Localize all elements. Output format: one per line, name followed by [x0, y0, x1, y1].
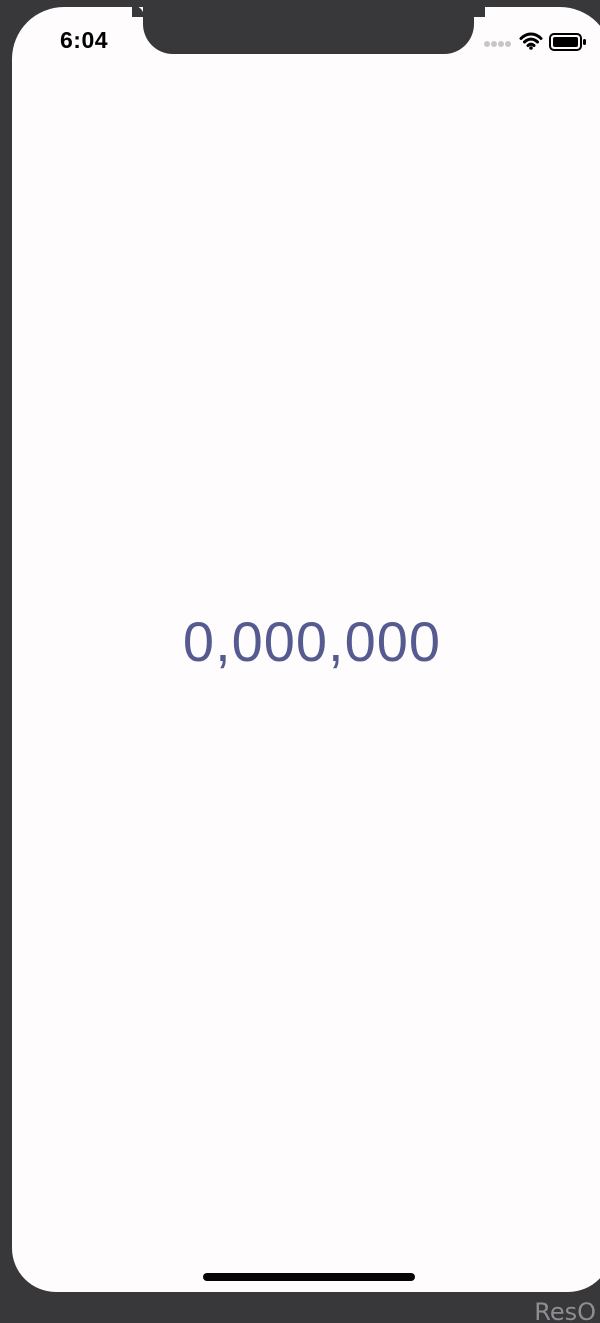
background-partial-text: ResO: [534, 1298, 596, 1323]
battery-icon: [549, 33, 586, 51]
home-indicator[interactable]: [203, 1273, 415, 1281]
wifi-icon: [519, 32, 543, 50]
counter-text: 0,000,000: [182, 610, 442, 673]
status-icons: [484, 32, 594, 54]
device-notch: [132, 7, 485, 54]
status-time: 6:04: [60, 27, 109, 53]
cellular-signal-icon: [484, 41, 511, 47]
device-frame: ResO 6:04 0,000,000: [0, 0, 600, 1323]
app-screen: 6:04 0,000,000: [12, 7, 600, 1292]
counter-value: 0,000,000: [12, 607, 600, 677]
